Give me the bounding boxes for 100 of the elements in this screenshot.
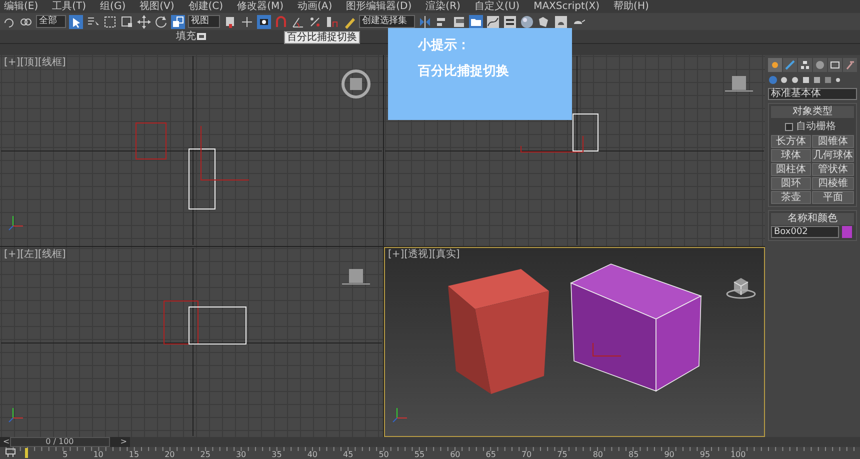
time-marker xyxy=(25,448,28,458)
tick-label: 15 xyxy=(128,448,140,459)
key-filter-icon[interactable] xyxy=(4,448,18,458)
tip-title: 小提示： xyxy=(418,38,471,54)
axis-tripod-icon xyxy=(8,408,24,422)
view-cube-icon[interactable] xyxy=(724,76,754,92)
name-field[interactable]: Box002 xyxy=(771,226,839,238)
named-selection-dropdown[interactable]: 创建选择集 xyxy=(359,15,415,28)
menu-item[interactable]: 创建(C) xyxy=(188,2,224,12)
tick-label: 100 xyxy=(729,448,746,459)
object-type-button[interactable]: 管状体 xyxy=(812,163,854,176)
menu-item[interactable]: 编辑(E) xyxy=(4,2,38,12)
rotate-icon[interactable] xyxy=(154,14,168,28)
viewport-label[interactable]: [+][顶][线框] xyxy=(4,57,66,69)
wireframe-box xyxy=(188,148,216,210)
menu-item[interactable]: 图形编辑器(D) xyxy=(346,2,412,12)
viewport[interactable]: [+][左][线框] xyxy=(0,247,383,437)
pivot-gizmo xyxy=(520,136,584,152)
tick-label: 65 xyxy=(484,448,496,459)
next-frame-button[interactable]: > xyxy=(120,436,127,448)
menu-item[interactable]: 渲染(R) xyxy=(426,2,460,12)
sun-icon xyxy=(770,60,780,70)
tick-label: 85 xyxy=(628,448,639,459)
panel-tab[interactable] xyxy=(813,58,827,72)
monitor-icon xyxy=(830,60,840,70)
view-cube-icon[interactable] xyxy=(342,269,370,284)
object-type-button[interactable]: 圆环 xyxy=(771,177,811,190)
schematic-icon[interactable] xyxy=(503,14,517,28)
menu-item[interactable]: 自定义(U) xyxy=(474,2,520,12)
tick-label: 10 xyxy=(92,448,104,459)
object-type-button[interactable]: 几何球体 xyxy=(812,149,854,162)
view-cube-icon[interactable] xyxy=(342,70,370,98)
color-swatch[interactable] xyxy=(842,226,852,238)
axis-tripod-icon xyxy=(392,408,408,422)
wireframe-box xyxy=(136,122,166,160)
material-sphere-icon[interactable] xyxy=(520,14,534,28)
menu-item[interactable]: 动画(A) xyxy=(298,2,332,12)
curve-editor-icon[interactable] xyxy=(486,14,500,28)
panel-tab[interactable] xyxy=(783,58,797,72)
viewport[interactable]: [+][顶][线框] xyxy=(0,55,383,246)
object-type-button[interactable]: 圆柱体 xyxy=(771,163,811,176)
checkbox[interactable] xyxy=(785,122,793,130)
object-type-button[interactable]: 四棱锥 xyxy=(812,177,854,190)
move-icon[interactable] xyxy=(137,14,151,28)
cursor-icon[interactable] xyxy=(69,14,83,28)
object-type-button[interactable]: 平面 xyxy=(812,191,854,204)
scale-icon[interactable] xyxy=(171,14,185,28)
view-cube-icon[interactable] xyxy=(726,278,756,299)
menu-item[interactable]: 工具(T) xyxy=(52,2,86,12)
wireframe-box xyxy=(572,114,598,152)
menu-item[interactable]: 视图(V) xyxy=(140,2,174,12)
tick-label: 5 xyxy=(62,448,68,459)
menu-item[interactable]: 修改器(M) xyxy=(237,2,284,12)
spinner-snap-icon[interactable] xyxy=(325,14,339,28)
tooltip: 百分比捕捉切换 xyxy=(284,31,360,44)
viewport[interactable]: [+][透视][真实] xyxy=(384,247,765,437)
panel-tab[interactable] xyxy=(843,58,857,72)
menu-item[interactable]: 组(G) xyxy=(100,2,126,12)
rollout-title[interactable]: 名称和颜色 xyxy=(771,213,854,225)
menu-item[interactable]: 帮助(H) xyxy=(614,2,649,12)
tick-label: 50 xyxy=(378,448,389,459)
tick-label: 20 xyxy=(164,448,175,459)
tick-label: 35 xyxy=(270,448,282,459)
tick-label: 30 xyxy=(234,448,246,459)
tick-label: 25 xyxy=(199,448,210,459)
window-select-icon[interactable] xyxy=(120,14,134,28)
viewport-label[interactable]: [+][透视][真实] xyxy=(388,249,460,261)
rectangle-select-icon[interactable] xyxy=(103,14,117,28)
disc-icon xyxy=(815,60,825,70)
render-frame-icon[interactable] xyxy=(554,14,568,28)
mirror-icon[interactable] xyxy=(418,14,432,28)
menu-item[interactable]: MAXScript(X) xyxy=(534,2,600,12)
checkbox-label: 自动栅格 xyxy=(796,120,836,134)
panel-tab[interactable] xyxy=(768,58,782,72)
folder-icon[interactable] xyxy=(469,14,483,28)
pivot-gizmo xyxy=(200,126,250,180)
percent-snap-icon[interactable] xyxy=(308,14,322,28)
ribbon-label: 填充 xyxy=(176,30,196,44)
panel-tab[interactable] xyxy=(828,58,842,72)
rollout-title[interactable]: 对象类型 xyxy=(771,106,854,118)
frame-counter[interactable]: 0 / 100 xyxy=(10,437,110,447)
prev-frame-button[interactable]: < xyxy=(3,436,10,448)
selection-filter-dropdown[interactable]: 全部 xyxy=(36,15,66,28)
tick-label: 55 xyxy=(413,448,425,459)
object-type-button[interactable]: 长方体 xyxy=(771,135,811,148)
tick-label: 75 xyxy=(556,448,568,459)
panel-tab[interactable] xyxy=(798,58,812,72)
object-type-button[interactable]: 圆锥体 xyxy=(812,135,854,148)
axis-tripod-icon xyxy=(8,216,24,230)
tick-label: 95 xyxy=(698,448,710,459)
category-dropdown[interactable]: 标准基本体 xyxy=(768,88,857,100)
tip-text: 百分比捕捉切换 xyxy=(418,64,510,80)
object-type-button[interactable]: 球体 xyxy=(771,149,811,162)
reference-coordinate-dropdown[interactable]: 视图 xyxy=(188,15,220,28)
tick-label: 60 xyxy=(449,448,460,459)
tick-label: 45 xyxy=(342,448,354,459)
object-type-button[interactable]: 茶壶 xyxy=(771,191,811,204)
curve-icon xyxy=(785,60,795,70)
tick-label: 90 xyxy=(663,448,674,459)
viewport-label[interactable]: [+][左][线框] xyxy=(4,249,66,261)
